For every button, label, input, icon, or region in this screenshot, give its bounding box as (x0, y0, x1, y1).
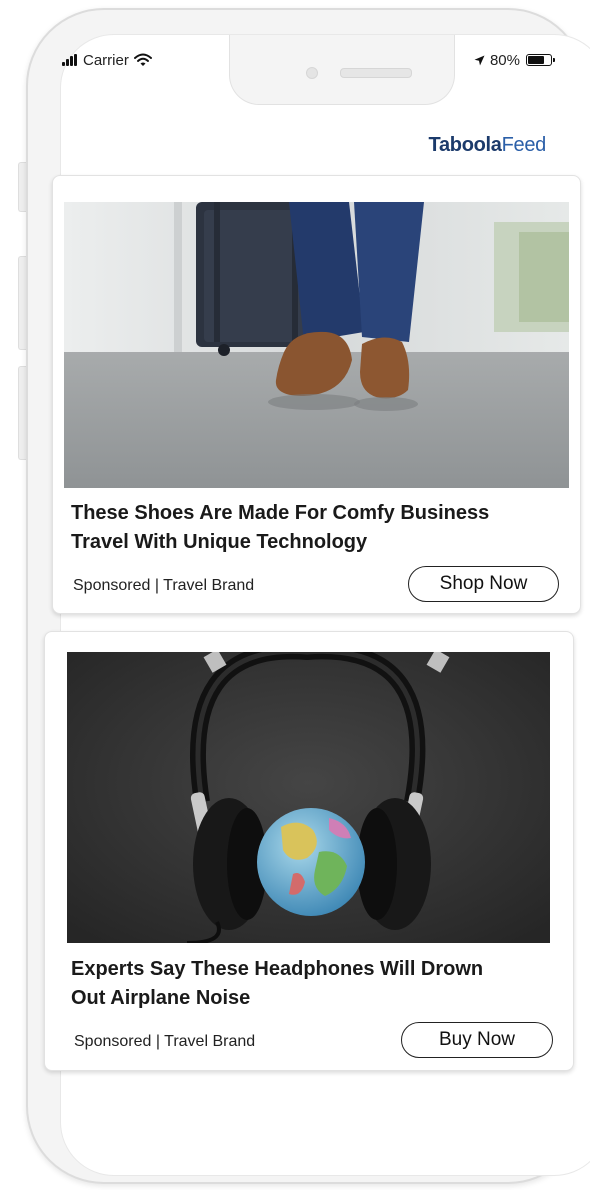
feed-card-headphones[interactable]: Experts Say These Headphones Will Drown … (44, 631, 574, 1071)
card-title-line[interactable]: Experts Say These Headphones Will Drown (71, 958, 483, 980)
card-title-line[interactable]: These Shoes Are Made For Comfy Business (71, 502, 489, 524)
battery-percentage: 80% (489, 51, 520, 69)
buy-now-button[interactable]: Buy Now (401, 1022, 553, 1058)
card-title[interactable]: Experts Say These Headphones Will Drown … (71, 955, 567, 1013)
wifi-icon (133, 53, 152, 66)
card-image-headphones[interactable] (67, 652, 550, 943)
feed-card-shoes[interactable]: These Shoes Are Made For Comfy Business … (52, 175, 581, 614)
card-title-line[interactable]: Travel With Unique Technology (71, 531, 367, 553)
card-image-shoes[interactable] (64, 202, 569, 488)
carrier-label: Carrier (83, 51, 129, 69)
battery-level (528, 56, 544, 64)
sponsored-label: Sponsored | Travel Brand (73, 577, 255, 594)
shoes-photo (64, 202, 569, 488)
speaker-icon (340, 68, 412, 78)
card-title[interactable]: These Shoes Are Made For Comfy Business … (71, 499, 571, 557)
logo-bold-text: Taboola (428, 134, 502, 156)
shop-now-button[interactable]: Shop Now (408, 566, 559, 602)
logo-light-text: Feed (501, 134, 547, 156)
status-bar-left: Carrier (62, 50, 152, 70)
signal-icon (62, 54, 78, 66)
taboola-feed-logo: TaboolaFeed (428, 134, 547, 157)
headphones-photo (67, 652, 550, 943)
card-title-line[interactable]: Out Airplane Noise (71, 987, 250, 1009)
battery-icon (526, 54, 555, 66)
sponsored-label: Sponsored | Travel Brand (74, 1033, 256, 1050)
phone-notch (229, 35, 455, 105)
location-arrow-icon (474, 55, 485, 65)
battery-tip (553, 58, 555, 62)
camera-icon (306, 67, 318, 79)
status-bar-right: 80% (474, 50, 555, 70)
